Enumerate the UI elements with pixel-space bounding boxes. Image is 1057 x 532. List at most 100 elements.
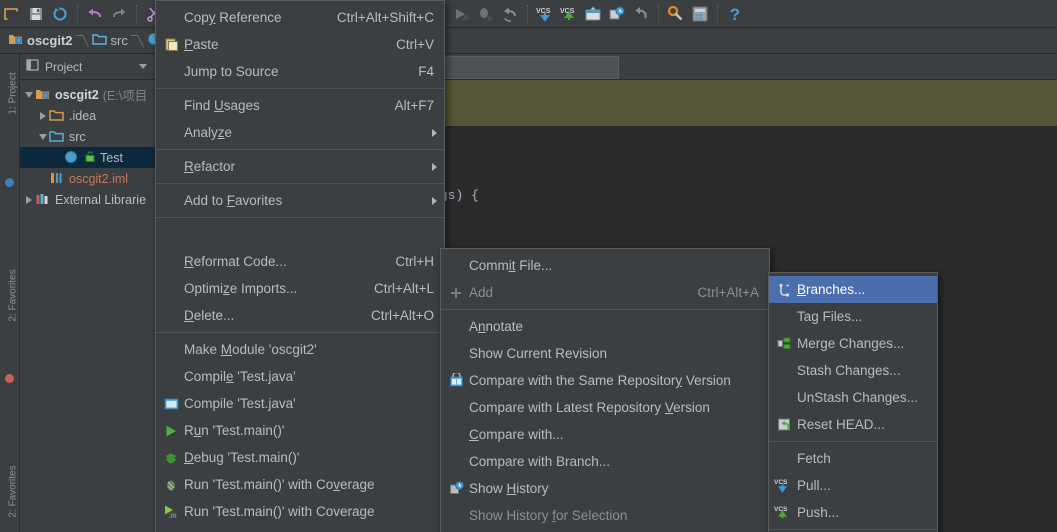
menu-item-pull[interactable]: VCS Pull... [769, 472, 937, 499]
menu-item-run[interactable]: Run 'Test.main()' [156, 417, 444, 444]
menu-item-optimize-imports[interactable]: Optimize Imports... Ctrl+Alt+L [156, 275, 444, 302]
menu-item-run-with-coverage[interactable]: Run 'Test.main()' with Coverage [156, 471, 444, 498]
project-panel-header[interactable]: Project [20, 54, 155, 80]
menu-item-compare-with[interactable]: Compare with... [441, 421, 769, 448]
menu-item-branches[interactable]: Branches... [769, 276, 937, 303]
menu-item-label: Compare with the Same Repository Version [469, 373, 731, 388]
project-tree: oscgit2 (E:\项目 .idea src Test oscgit2.im… [20, 80, 155, 210]
menu-item-compare-same-repo-version[interactable]: Compare with the Same Repository Version [441, 367, 769, 394]
menu-item-label: Tag Files... [797, 309, 863, 324]
no-icon [445, 257, 467, 275]
menu-item-add-to-favorites[interactable]: Add to Favorites [156, 187, 444, 214]
menu-item-create-run-config[interactable]: Compile 'Test.java' [156, 390, 444, 417]
menu-item-compare-latest-repo-version[interactable]: Compare with Latest Repository Version [441, 394, 769, 421]
settings-icon[interactable] [664, 2, 688, 26]
menu-item-find-usages[interactable]: Find Usages Alt+F7 [156, 92, 444, 119]
tree-node-src[interactable]: src [20, 126, 155, 147]
twisty-icon[interactable] [22, 189, 35, 210]
menu-item-debug[interactable]: Debug 'Test.main()' [156, 444, 444, 471]
menu-item-label: Run 'Test.main()' with Coverage [184, 477, 375, 492]
project-structure-icon[interactable] [688, 2, 712, 26]
menu-item-label: Annotate [469, 319, 524, 334]
tool-window-stripe-left: 1: Project 2: Favorites 2: Favorites [0, 54, 20, 532]
menu-separator [769, 441, 937, 442]
chevron-down-icon[interactable] [139, 64, 147, 69]
open-icon[interactable] [0, 2, 24, 26]
menu-item-copy-reference[interactable]: Copy Reference Ctrl+Alt+Shift+C [156, 4, 444, 31]
menu-item-label: Add to Favorites [184, 193, 283, 208]
help-icon[interactable]: ? [723, 2, 747, 26]
rollback-icon[interactable] [629, 2, 653, 26]
menu-item-annotate[interactable]: Annotate [441, 313, 769, 340]
menu-separator [156, 88, 444, 89]
breadcrumb-item-module[interactable]: oscgit2 [4, 30, 75, 52]
stripe-button-project[interactable]: 1: Project [8, 59, 19, 129]
tree-node-external-libraries[interactable]: External Librarie [20, 189, 155, 210]
no-icon [445, 318, 467, 336]
menu-item-label: Compare with Branch... [469, 454, 611, 469]
no-icon [773, 389, 795, 407]
menu-item-show-history-for-selection[interactable]: Show History for Selection [441, 502, 769, 529]
menu-item-tag-files[interactable]: Tag Files... [769, 303, 937, 330]
no-icon [445, 507, 467, 525]
no-icon [160, 9, 182, 27]
menu-item-compare-with-branch[interactable]: Compare with Branch... [441, 448, 769, 475]
breadcrumb-item-src[interactable]: src [88, 30, 130, 52]
menu-item-shortcut: Ctrl+Alt+A [697, 285, 759, 300]
stripe-button-bottom[interactable]: 2: Favorites [8, 457, 19, 527]
save-all-icon[interactable] [24, 2, 48, 26]
menu-item-shortcut: Ctrl+Alt+L [373, 281, 434, 296]
menu-item-debug-jrebel[interactable]: JR Run with JRebel 'Test.main()' [156, 525, 444, 532]
tree-node-test[interactable]: Test [20, 147, 155, 168]
menu-item-stash-changes[interactable]: Stash Changes... [769, 357, 937, 384]
commit-icon[interactable] [581, 2, 605, 26]
menu-item-compile[interactable]: Compile 'Test.java' [156, 363, 444, 390]
menu-item-reformat-code[interactable]: Reformat Code... Ctrl+H [156, 248, 444, 275]
menu-item-browse-type-hierarchy[interactable] [156, 221, 444, 248]
project-tool-window: Project oscgit2 (E:\项目 .idea src Test os… [20, 54, 156, 532]
show-history-toolbar-icon[interactable] [605, 2, 629, 26]
menu-item-commit-file[interactable]: Commit File... [441, 252, 769, 279]
lock-green-icon [84, 150, 97, 166]
menu-item-label: Pull... [797, 478, 831, 493]
breadcrumb-label: oscgit2 [27, 33, 73, 48]
menu-item-analyze[interactable]: Analyze [156, 119, 444, 146]
vcs-pull-icon[interactable]: VCS [533, 2, 557, 26]
toolbar-separator [527, 5, 528, 23]
repository-submenu: Branches... Tag Files... Merge Changes..… [768, 272, 938, 532]
redo-icon[interactable] [107, 2, 131, 26]
menu-item-unstash-changes[interactable]: UnStash Changes... [769, 384, 937, 411]
synchronize-icon[interactable] [48, 2, 72, 26]
project-view-icon [26, 58, 40, 75]
menu-item-show-history[interactable]: Show History [441, 475, 769, 502]
menu-item-fetch[interactable]: Fetch [769, 445, 937, 472]
menu-item-reset-head[interactable]: Reset HEAD... [769, 411, 937, 438]
tree-node-oscgit2[interactable]: oscgit2 (E:\项目 [20, 84, 155, 105]
menu-item-push[interactable]: VCS Push... [769, 499, 937, 526]
menu-item-label: Commit File... [469, 258, 553, 273]
twisty-icon[interactable] [22, 84, 35, 105]
menu-item-merge-changes[interactable]: Merge Changes... [769, 330, 937, 357]
undo-icon[interactable] [83, 2, 107, 26]
menu-item-paste[interactable]: Paste Ctrl+V [156, 31, 444, 58]
menu-item-jump-to-source[interactable]: Jump to Source F4 [156, 58, 444, 85]
twisty-icon[interactable] [36, 105, 49, 126]
menu-item-label: Add [469, 285, 494, 300]
menu-item-show-current-revision[interactable]: Show Current Revision [441, 340, 769, 367]
run-jrebel-icon[interactable]: JR [450, 2, 474, 26]
debug-jrebel-icon[interactable]: JR [474, 2, 498, 26]
tree-node-iml[interactable]: oscgit2.iml [20, 168, 155, 189]
twisty-icon[interactable] [36, 126, 49, 147]
stripe-button-favorites[interactable]: 2: Favorites [8, 261, 19, 331]
vcs-push-icon[interactable]: VCS [557, 2, 581, 26]
menu-item-refactor[interactable]: Refactor [156, 153, 444, 180]
menu-item-delete[interactable]: Delete... Ctrl+Alt+O [156, 302, 444, 329]
menu-item-run-jrebel[interactable]: JR Run 'Test.main()' with Coverage [156, 498, 444, 525]
tree-node-idea[interactable]: .idea [20, 105, 155, 126]
menu-separator [156, 149, 444, 150]
menu-item-make-module[interactable]: Make Module 'oscgit2' [156, 336, 444, 363]
git-submenu: Commit File... Add Ctrl+Alt+A Annotate S… [440, 248, 770, 532]
no-icon [160, 226, 182, 244]
rollback-toolbar-icon[interactable] [498, 2, 522, 26]
menu-item-add[interactable]: Add Ctrl+Alt+A [441, 279, 769, 306]
